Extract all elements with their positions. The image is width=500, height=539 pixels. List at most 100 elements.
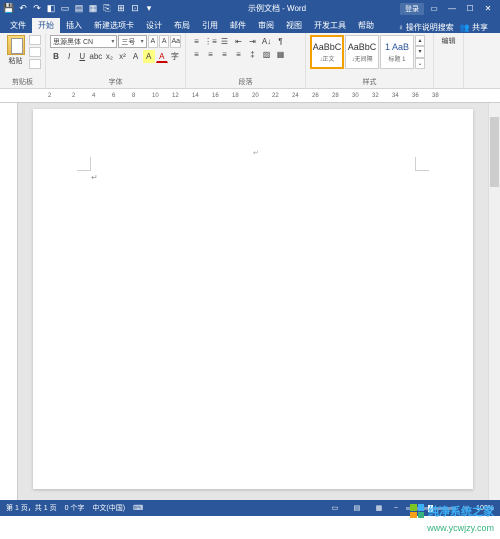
tab-file[interactable]: 文件	[4, 18, 32, 33]
minimize-icon[interactable]: —	[444, 2, 460, 16]
qat-more-icon[interactable]: ▾	[144, 4, 154, 14]
multilevel-button[interactable]: ☰	[218, 35, 231, 48]
numbering-button[interactable]: ⋮≡	[204, 35, 217, 48]
phonetic-button[interactable]: 字	[169, 50, 181, 63]
subscript-button[interactable]: x₂	[103, 50, 115, 63]
tab-insert[interactable]: 插入	[60, 18, 88, 33]
maximize-icon[interactable]: ☐	[462, 2, 478, 16]
style-normal[interactable]: AaBbC ↓正文	[310, 35, 344, 69]
margin-corner-tr	[415, 157, 429, 171]
tab-review[interactable]: 审阅	[252, 18, 280, 33]
text-effects-button[interactable]: A	[130, 50, 142, 63]
style-nospacing[interactable]: AaBbC ↓无间隔	[345, 35, 379, 69]
clipboard-label: 剪贴板	[4, 77, 41, 87]
styles-more-icon[interactable]: ⌄	[415, 58, 425, 69]
tab-developer[interactable]: 开发工具	[308, 18, 352, 33]
chevron-down-icon: ▾	[111, 38, 114, 45]
status-lang[interactable]: 中文(中国)	[92, 503, 125, 513]
style-heading1[interactable]: 1 AaB 标题 1	[380, 35, 414, 69]
ruler-vertical[interactable]	[0, 103, 18, 500]
grow-font-button[interactable]: A	[148, 35, 158, 48]
styles-up-icon[interactable]: ▴	[415, 35, 425, 46]
login-button[interactable]: 登录	[400, 3, 424, 15]
show-marks-button[interactable]: ¶	[274, 35, 287, 48]
qat-icon-6[interactable]: ⊞	[116, 4, 126, 14]
scrollbar-thumb[interactable]	[490, 117, 499, 187]
paste-button[interactable]: 粘贴	[4, 35, 27, 66]
format-painter-button[interactable]	[29, 59, 41, 69]
indent-inc-button[interactable]: ⇥	[246, 35, 259, 48]
watermark: 纯净系统之家	[410, 503, 494, 519]
paragraph-mark: ↵	[91, 173, 98, 182]
document-area[interactable]: ↵ ↵	[18, 103, 488, 500]
status-words[interactable]: 0 个字	[65, 503, 85, 513]
line-spacing-button[interactable]: ‡	[246, 48, 259, 61]
cut-button[interactable]	[29, 35, 41, 45]
window-title: 示例文档 - Word	[154, 3, 400, 14]
qat-icon-7[interactable]: ⊡	[130, 4, 140, 14]
header-mark: ↵	[253, 149, 259, 157]
align-center-button[interactable]: ≡	[204, 48, 217, 61]
tab-view[interactable]: 视图	[280, 18, 308, 33]
ribbon-options-icon[interactable]: ▭	[426, 2, 442, 16]
qat-icon-3[interactable]: ▤	[74, 4, 84, 14]
borders-button[interactable]: ▦	[274, 48, 287, 61]
qat-icon-5[interactable]: ⎘	[102, 4, 112, 14]
web-layout-icon[interactable]: ▦	[372, 502, 386, 514]
tab-references[interactable]: 引用	[196, 18, 224, 33]
page[interactable]: ↵ ↵	[33, 109, 473, 489]
font-color-button[interactable]: A	[156, 50, 168, 63]
font-label: 字体	[50, 77, 181, 87]
align-left-button[interactable]: ≡	[190, 48, 203, 61]
print-layout-icon[interactable]: ▤	[350, 502, 364, 514]
qat-icon-4[interactable]: ▦	[88, 4, 98, 14]
tab-layout[interactable]: 布局	[168, 18, 196, 33]
share-button[interactable]: 👥 共享	[460, 22, 488, 33]
save-icon[interactable]: 💾	[4, 4, 14, 14]
watermark-logo-icon	[410, 504, 424, 518]
redo-icon[interactable]: ↷	[32, 4, 42, 14]
strike-button[interactable]: abc	[89, 50, 102, 63]
change-case-button[interactable]: Aa	[170, 35, 181, 48]
qat-icon-2[interactable]: ▭	[60, 4, 70, 14]
copy-button[interactable]	[29, 47, 41, 57]
tellme-search[interactable]: ♀ 操作说明搜索	[398, 22, 454, 33]
bullets-button[interactable]: ≡	[190, 35, 203, 48]
ruler-horizontal[interactable]: 2 2 4 6 8 10 12 14 16 18 20 22 24 26 28 …	[0, 89, 500, 103]
scrollbar-vertical[interactable]	[488, 103, 500, 500]
undo-icon[interactable]: ↶	[18, 4, 28, 14]
tab-newtab[interactable]: 新建选项卡	[88, 18, 140, 33]
shrink-font-button[interactable]: A	[159, 35, 169, 48]
status-page[interactable]: 第 1 页，共 1 页	[6, 503, 57, 513]
tab-home[interactable]: 开始	[32, 18, 60, 33]
shading-button[interactable]: ▨	[260, 48, 273, 61]
tab-help[interactable]: 帮助	[352, 18, 380, 33]
qat-icon-1[interactable]: ◧	[46, 4, 56, 14]
font-name-combo[interactable]: 思源黑体 CN▾	[50, 35, 117, 48]
editing-button[interactable]: 编辑	[438, 35, 459, 47]
indent-dec-button[interactable]: ⇤	[232, 35, 245, 48]
styles-label: 样式	[310, 77, 429, 87]
zoom-out-button[interactable]: −	[394, 505, 398, 512]
sort-button[interactable]: A↓	[260, 35, 273, 48]
chevron-down-icon: ▾	[141, 38, 144, 45]
close-icon[interactable]: ✕	[480, 2, 496, 16]
watermark-text: 纯净系统之家	[428, 503, 494, 519]
read-mode-icon[interactable]: ▭	[328, 502, 342, 514]
styles-down-icon[interactable]: ▾	[415, 46, 425, 57]
margin-corner-tl	[77, 157, 91, 171]
font-size-combo[interactable]: 三号▾	[118, 35, 146, 48]
watermark-url: www.ycwjzy.com	[427, 523, 494, 533]
tab-design[interactable]: 设计	[140, 18, 168, 33]
tab-mailings[interactable]: 邮件	[224, 18, 252, 33]
justify-button[interactable]: ≡	[232, 48, 245, 61]
italic-button[interactable]: I	[63, 50, 75, 63]
align-right-button[interactable]: ≡	[218, 48, 231, 61]
superscript-button[interactable]: x²	[116, 50, 128, 63]
clipboard-icon	[7, 35, 25, 55]
underline-button[interactable]: U	[76, 50, 88, 63]
paragraph-label: 段落	[190, 77, 301, 87]
bold-button[interactable]: B	[50, 50, 62, 63]
status-insert-icon[interactable]: ⌨	[133, 504, 143, 512]
highlight-button[interactable]: A	[143, 50, 155, 63]
